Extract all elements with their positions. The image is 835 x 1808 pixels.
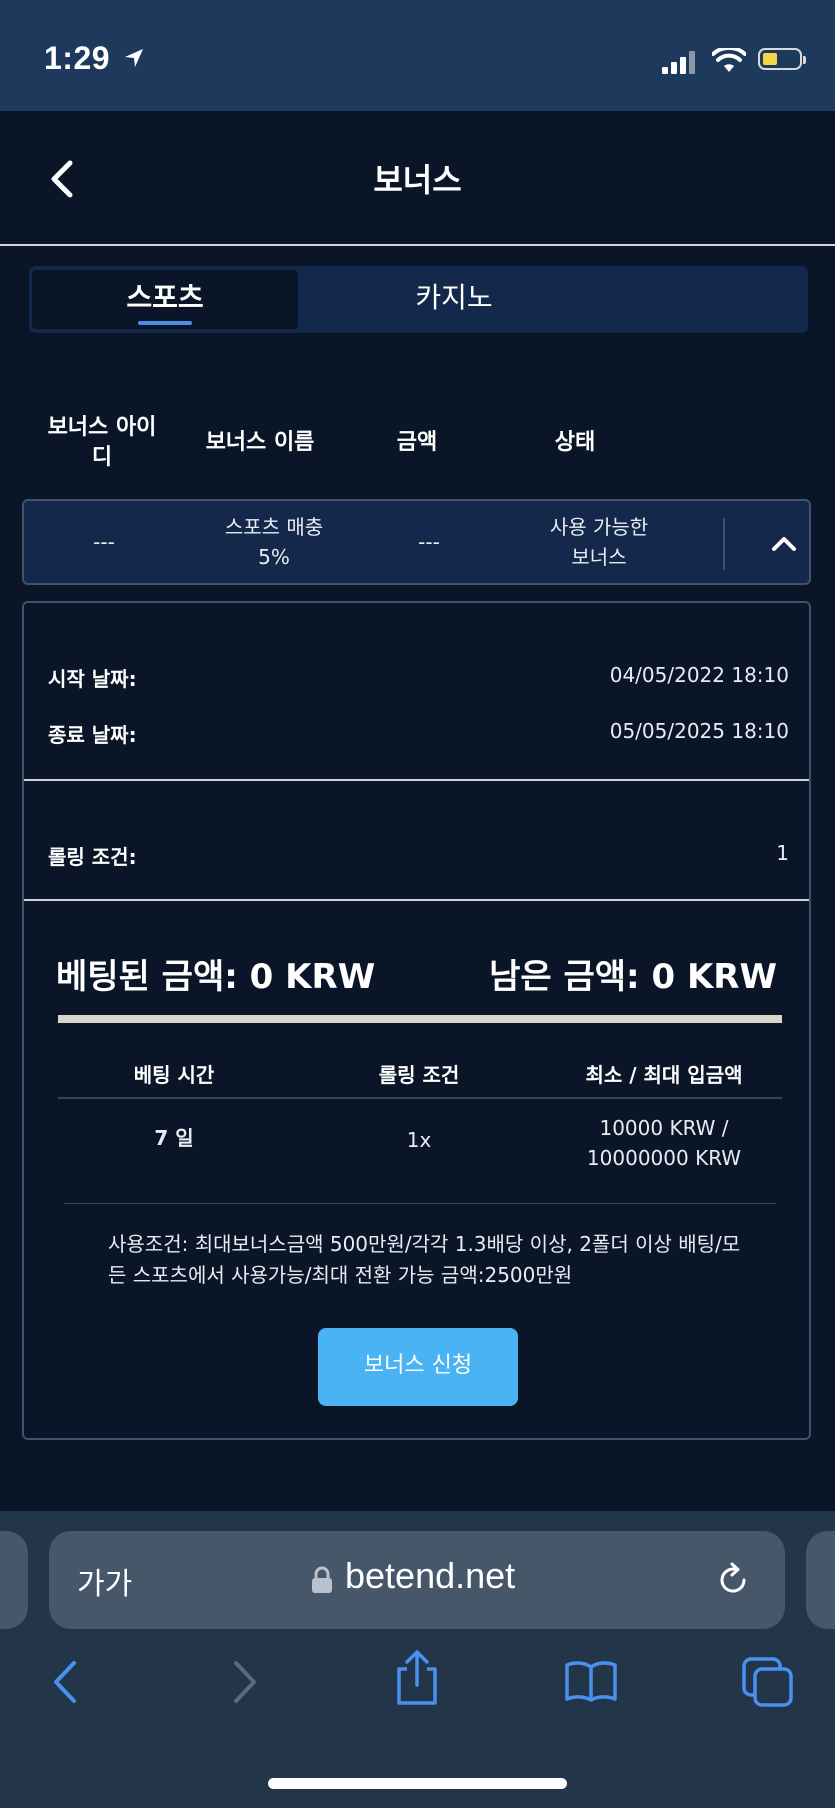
rolling-condition-label: 롤링 조건: xyxy=(48,845,137,869)
column-header-status: 상태 xyxy=(554,430,596,455)
home-indicator[interactable] xyxy=(268,1778,567,1789)
bonus-status-cell: 사용 가능한 보너스 xyxy=(549,515,649,569)
active-tab-indicator xyxy=(138,321,192,325)
row-divider xyxy=(723,518,725,570)
divider xyxy=(24,899,809,901)
safari-back-icon[interactable] xyxy=(48,1657,82,1707)
sub-header-deposit-range: 최소 / 최대 입금액 xyxy=(585,1063,743,1087)
tab-casino[interactable]: 카지노 xyxy=(321,270,587,329)
column-header-bonus-id: 보너스 아이 디 xyxy=(47,415,157,470)
bet-time-value: 7 일 xyxy=(154,1126,194,1150)
next-tab-preview[interactable] xyxy=(806,1531,835,1629)
chevron-up-icon[interactable] xyxy=(764,525,804,561)
deposit-range-value: 10000 KRW / 10000000 KRW xyxy=(586,1116,742,1170)
battery-icon xyxy=(758,48,806,70)
bonus-id-cell: --- xyxy=(93,530,115,554)
bonus-amount-cell: --- xyxy=(418,530,440,554)
tab-casino-label: 카지노 xyxy=(415,281,493,314)
page-title: 보너스 xyxy=(373,161,462,199)
bonus-tabs: 스포츠 카지노 xyxy=(29,266,808,333)
bonus-detail-panel: 시작 날짜: 04/05/2022 18:10 종료 날짜: 05/05/202… xyxy=(22,601,811,1440)
tab-sports[interactable]: 스포츠 xyxy=(32,270,298,329)
remaining-amount: 남은 금액: 0 KRW xyxy=(489,957,777,997)
wifi-icon xyxy=(712,48,746,72)
tab-sports-label: 스포츠 xyxy=(126,281,204,314)
sub-header-rolling: 롤링 조건 xyxy=(378,1063,460,1087)
rolling-multiplier-value: 1x xyxy=(406,1128,432,1152)
start-date-value: 04/05/2022 18:10 xyxy=(609,663,789,687)
end-date-value: 05/05/2025 18:10 xyxy=(609,719,789,743)
wagering-progress-bar xyxy=(58,1015,782,1023)
lock-icon xyxy=(312,1566,332,1593)
sub-table-divider xyxy=(64,1203,776,1204)
start-date-label: 시작 날짜: xyxy=(48,667,137,691)
sub-header-bet-time: 베팅 시간 xyxy=(133,1063,215,1087)
end-date-label: 종료 날짜: xyxy=(48,723,137,747)
divider xyxy=(24,779,809,781)
usage-conditions: 사용조건: 최대보너스금액 500만원/각각 1.3배당 이상, 2폴더 이상 … xyxy=(108,1232,741,1287)
status-time: 1:29 xyxy=(44,40,111,76)
location-arrow-icon xyxy=(125,49,143,67)
address-bar[interactable]: 가가 betend.net xyxy=(49,1531,785,1629)
url-text: betend.net xyxy=(345,1555,516,1596)
status-bar: 1:29 xyxy=(0,0,835,111)
previous-tab-preview[interactable] xyxy=(0,1531,28,1629)
app-header: 보너스 xyxy=(0,111,835,246)
tabs-icon[interactable] xyxy=(742,1657,794,1707)
sub-table-divider xyxy=(58,1097,782,1099)
signal-icon xyxy=(662,50,695,74)
text-size-button[interactable]: 가가 xyxy=(77,1559,132,1603)
bonus-row[interactable]: --- 스포츠 매충 5% --- 사용 가능한 보너스 xyxy=(22,499,811,585)
bookmarks-icon[interactable] xyxy=(564,1659,618,1703)
reload-icon[interactable] xyxy=(715,1561,751,1599)
apply-bonus-button[interactable]: 보너스 신청 xyxy=(318,1328,518,1406)
share-icon[interactable] xyxy=(393,1649,441,1707)
rolling-condition-value: 1 xyxy=(776,841,789,865)
column-header-bonus-name: 보너스 이름 xyxy=(205,430,315,455)
safari-forward-icon[interactable] xyxy=(228,1657,262,1707)
column-header-amount: 금액 xyxy=(396,430,438,455)
bet-amount: 베팅된 금액: 0 KRW xyxy=(56,957,376,997)
browser-toolbar: 가가 betend.net xyxy=(0,1511,835,1808)
bonus-name-cell: 스포츠 매충 5% xyxy=(224,515,324,569)
